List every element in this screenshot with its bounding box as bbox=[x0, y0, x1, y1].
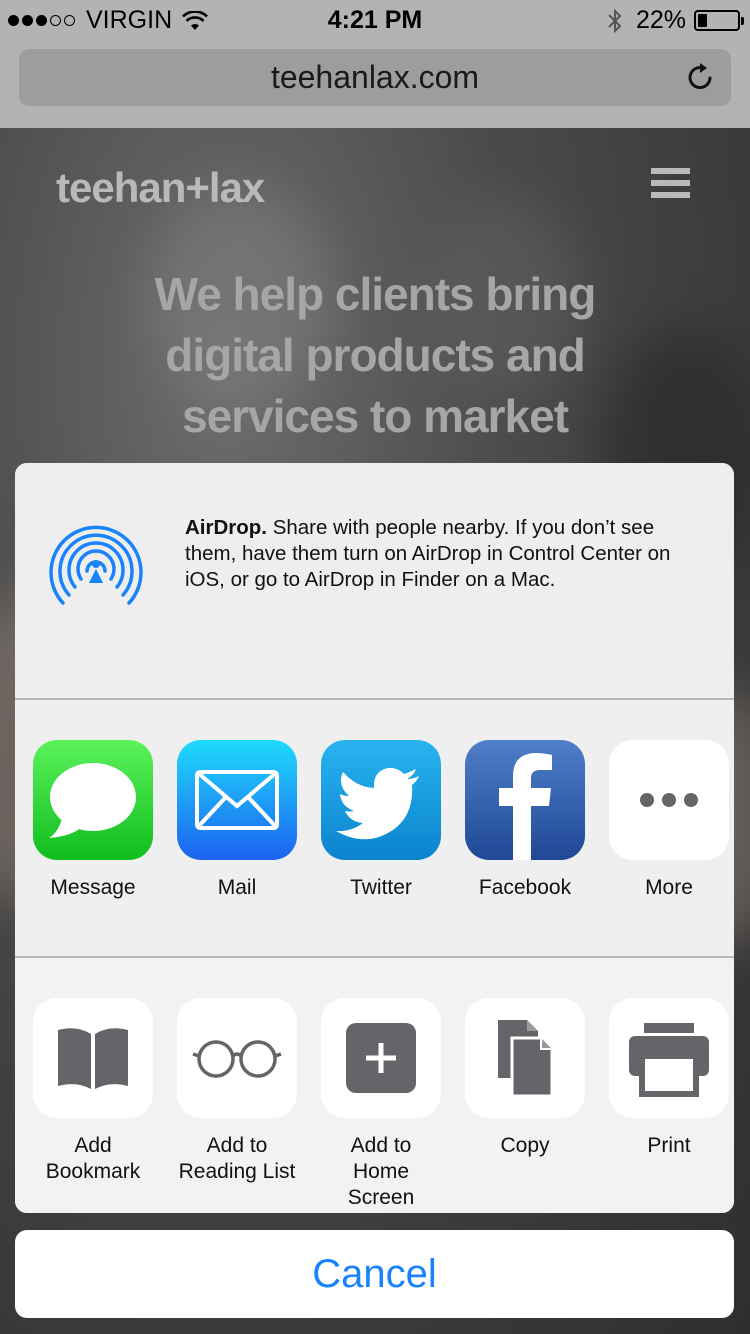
browser-toolbar: teehanlax.com bbox=[0, 40, 750, 128]
share-app-message[interactable]: Message bbox=[33, 740, 153, 901]
share-app-more[interactable]: More bbox=[609, 740, 729, 901]
action-label: Print bbox=[647, 1134, 691, 1157]
share-app-facebook[interactable]: Facebook bbox=[465, 740, 585, 901]
share-app-label: Message bbox=[50, 876, 136, 899]
address-bar[interactable]: teehanlax.com bbox=[19, 49, 731, 106]
status-bar: VIRGIN 4:21 PM 22% bbox=[0, 0, 750, 40]
action-copy[interactable]: Copy bbox=[465, 998, 585, 1159]
print-icon[interactable] bbox=[609, 998, 729, 1118]
message-icon[interactable] bbox=[33, 740, 153, 860]
action-label: Add to Reading List bbox=[178, 1134, 296, 1183]
airdrop-description: AirDrop. Share with people nearby. If yo… bbox=[185, 515, 705, 593]
more-icon[interactable] bbox=[609, 740, 729, 860]
share-apps-row: Message Mail Twitter Facebook More bbox=[15, 700, 734, 958]
mail-icon[interactable] bbox=[177, 740, 297, 860]
site-logo[interactable]: teehan+lax bbox=[56, 164, 265, 212]
share-actions-row: Add Bookmark Add to Reading List Add to … bbox=[15, 958, 734, 1213]
add-home-screen-icon[interactable] bbox=[321, 998, 441, 1118]
status-right: 22% bbox=[606, 6, 744, 35]
copy-icon[interactable] bbox=[465, 998, 585, 1118]
airdrop-section[interactable]: AirDrop. Share with people nearby. If yo… bbox=[15, 463, 734, 700]
share-app-mail[interactable]: Mail bbox=[177, 740, 297, 901]
reload-icon[interactable] bbox=[685, 61, 717, 93]
share-app-label: Facebook bbox=[478, 876, 572, 899]
airdrop-title: AirDrop. bbox=[185, 516, 267, 539]
url-text[interactable]: teehanlax.com bbox=[19, 59, 731, 96]
battery-icon bbox=[694, 10, 744, 31]
share-app-label: Twitter bbox=[350, 876, 412, 899]
battery-percent: 22% bbox=[635, 6, 686, 34]
action-label: Add to Home Screen bbox=[347, 1134, 415, 1209]
action-print[interactable]: Print bbox=[609, 998, 729, 1159]
bluetooth-icon bbox=[608, 8, 622, 33]
share-app-twitter[interactable]: Twitter bbox=[321, 740, 441, 901]
action-add-bookmark[interactable]: Add Bookmark bbox=[33, 998, 153, 1185]
twitter-icon[interactable] bbox=[321, 740, 441, 860]
cancel-button[interactable]: Cancel bbox=[15, 1230, 734, 1318]
share-app-label: More bbox=[645, 876, 693, 899]
action-add-reading-list[interactable]: Add to Reading List bbox=[177, 998, 297, 1185]
share-sheet: AirDrop. Share with people nearby. If yo… bbox=[15, 463, 734, 1213]
action-label: Add Bookmark bbox=[45, 1134, 141, 1183]
action-label: Copy bbox=[500, 1134, 550, 1157]
share-app-label: Mail bbox=[217, 876, 257, 899]
hero-headline: We help clients bring digital products a… bbox=[154, 268, 597, 442]
reading-list-icon[interactable] bbox=[177, 998, 297, 1118]
airdrop-icon bbox=[49, 525, 143, 605]
bookmark-icon[interactable] bbox=[33, 998, 153, 1118]
facebook-icon[interactable] bbox=[465, 740, 585, 860]
hamburger-menu-icon[interactable] bbox=[651, 168, 690, 202]
action-add-home-screen[interactable]: Add to Home Screen bbox=[321, 998, 441, 1211]
